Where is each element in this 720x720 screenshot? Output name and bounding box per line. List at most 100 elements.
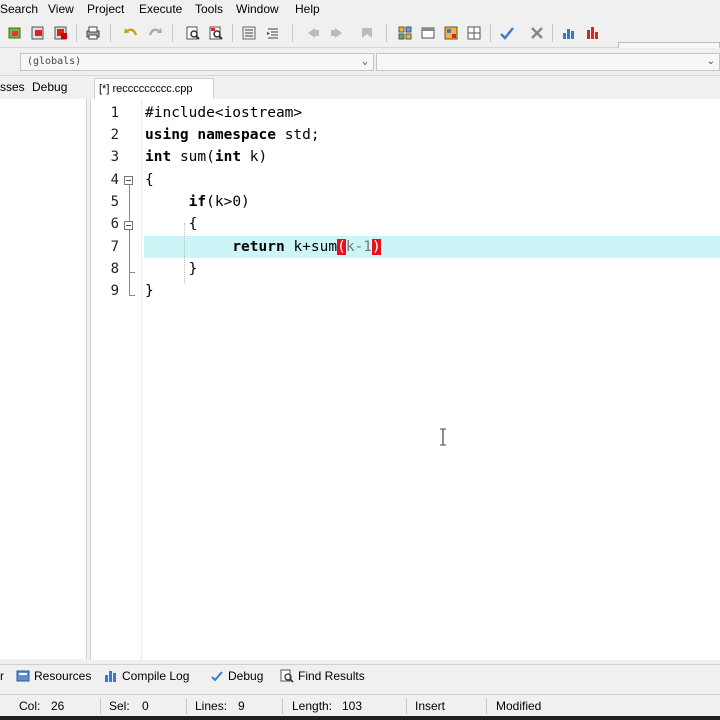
status-modified: Modified — [496, 699, 542, 713]
tab-label: r — [0, 669, 4, 683]
scope-dropdown[interactable]: (globals) ⌄ — [20, 53, 374, 71]
tab-label: Debug — [228, 669, 264, 683]
symbol-dropdown[interactable]: ⌄ — [376, 53, 720, 71]
brace-match-close: ) — [372, 239, 381, 255]
line-number: 9 — [110, 283, 119, 299]
tab-find-results[interactable]: Find Results — [280, 669, 365, 683]
tab-label: Compile Log — [122, 669, 190, 683]
tab-label: Resources — [34, 669, 92, 683]
code-line-4: { — [145, 172, 154, 188]
close-all-icon[interactable] — [52, 24, 70, 42]
code-keyword: if — [188, 194, 207, 210]
unindent-icon[interactable] — [264, 24, 282, 42]
menu-view[interactable]: View — [48, 2, 74, 16]
code-keyword: int — [214, 149, 242, 165]
status-lines-value: 9 — [238, 699, 245, 713]
fold-toggle[interactable] — [124, 221, 133, 230]
line-number: 2 — [110, 127, 119, 143]
next-page-icon[interactable] — [328, 24, 346, 42]
bookmark-icon[interactable] — [358, 24, 376, 42]
fold-line — [129, 185, 130, 295]
code-text: k) — [249, 149, 268, 165]
menu-search[interactable]: Search — [0, 2, 38, 16]
code-keyword: namespace — [197, 127, 276, 143]
menu-window[interactable]: Window — [236, 2, 279, 16]
layout-icon[interactable] — [442, 24, 460, 42]
line-number: 5 — [110, 194, 119, 210]
menu-tools[interactable]: Tools — [195, 2, 223, 16]
tab-classes[interactable]: sses — [0, 80, 25, 94]
status-col-value: 26 — [51, 699, 65, 713]
status-col-label: Col: — [19, 699, 41, 713]
status-sel-label: Sel: — [109, 699, 130, 713]
grid-icon[interactable] — [465, 24, 483, 42]
bottom-panel-tabs: r Resources Compile Log Debug Find Resul… — [0, 664, 720, 689]
line-gutter: 1 2 3 4 5 6 7 8 9 — [91, 99, 142, 660]
line-number: 7 — [110, 239, 119, 255]
chevron-down-icon: ⌄ — [706, 56, 715, 67]
code-line-1: #include<iostream> — [145, 105, 302, 121]
open-project-icon[interactable] — [6, 24, 24, 42]
code-keyword: return — [232, 239, 285, 255]
text-cursor-icon — [440, 428, 446, 446]
main-toolbar: TDM-GCC 4.8.1 — [0, 19, 720, 61]
code-text: } — [145, 283, 154, 299]
line-number: 8 — [110, 261, 119, 277]
fold-end — [129, 295, 135, 296]
cross-icon[interactable] — [528, 24, 546, 42]
status-length-label: Length: — [292, 699, 333, 713]
code-line-5: if(k>0) — [145, 194, 250, 210]
tab-file[interactable]: [*] reccccccccc.cpp — [94, 78, 214, 99]
status-bar: Col: 26 Sel: 0 Lines: 9 Length: 103 Inse… — [0, 694, 720, 717]
code-keyword: using — [145, 127, 189, 143]
tab-debug-bottom[interactable]: Debug — [210, 669, 263, 683]
find-results-icon — [280, 669, 294, 683]
editor-tabs: [*] reccccccccc.cpp — [90, 77, 720, 99]
code-text: (k>0) — [206, 194, 250, 210]
code-editor[interactable]: 1 2 3 4 5 6 7 8 9 #include<iostream> usi… — [90, 99, 720, 660]
left-panel — [0, 99, 87, 659]
tab-label: Find Results — [298, 669, 365, 683]
prev-page-icon[interactable] — [304, 24, 322, 42]
menu-project[interactable]: Project — [87, 2, 124, 16]
code-text: { — [188, 216, 198, 232]
resources-icon — [16, 670, 30, 682]
window-icon[interactable] — [419, 24, 437, 42]
menu-execute[interactable]: Execute — [139, 2, 182, 16]
code-line-2: using namespace std; — [145, 127, 320, 143]
undo-icon[interactable] — [122, 24, 140, 42]
tab-compile-log[interactable]: Compile Log — [104, 669, 189, 683]
scope-toolbar: (globals) ⌄ ⌄ — [0, 48, 720, 76]
line-number: 3 — [110, 149, 119, 165]
print-icon[interactable] — [84, 24, 102, 42]
menu-bar: Search View Project Execute Tools Window… — [0, 0, 720, 19]
tab-compiler[interactable]: r — [0, 669, 4, 683]
status-lines-label: Lines: — [195, 699, 228, 713]
code-line-8: } — [145, 261, 198, 277]
find-icon[interactable] — [184, 24, 202, 42]
code-line-3: int sum(int k) — [145, 149, 267, 165]
menu-help[interactable]: Help — [295, 2, 320, 16]
code-line-7: return k+sum(k-1) — [145, 239, 381, 255]
replace-icon[interactable] — [207, 24, 225, 42]
chevron-down-icon: ⌄ — [361, 56, 368, 67]
code-text: { — [145, 172, 154, 188]
profile-icon[interactable] — [584, 24, 602, 42]
code-text: k-1 — [345, 239, 373, 255]
status-mode: Insert — [415, 699, 446, 713]
code-text: k+sum — [293, 239, 338, 255]
close-file-icon[interactable] — [29, 24, 47, 42]
code-text: std; — [284, 127, 320, 143]
fold-end — [129, 272, 135, 273]
indent-icon[interactable] — [240, 24, 258, 42]
redo-icon[interactable] — [146, 24, 164, 42]
code-text: #include<iostream> — [145, 105, 303, 121]
chart-icon[interactable] — [560, 24, 578, 42]
fold-toggle[interactable] — [124, 176, 133, 185]
new-project-icon[interactable] — [396, 24, 414, 42]
tab-debug[interactable]: Debug — [32, 80, 67, 94]
tab-resources[interactable]: Resources — [16, 669, 91, 683]
check-icon[interactable] — [498, 24, 516, 42]
code-line-6: { — [145, 216, 198, 232]
code-text: } — [188, 261, 198, 277]
